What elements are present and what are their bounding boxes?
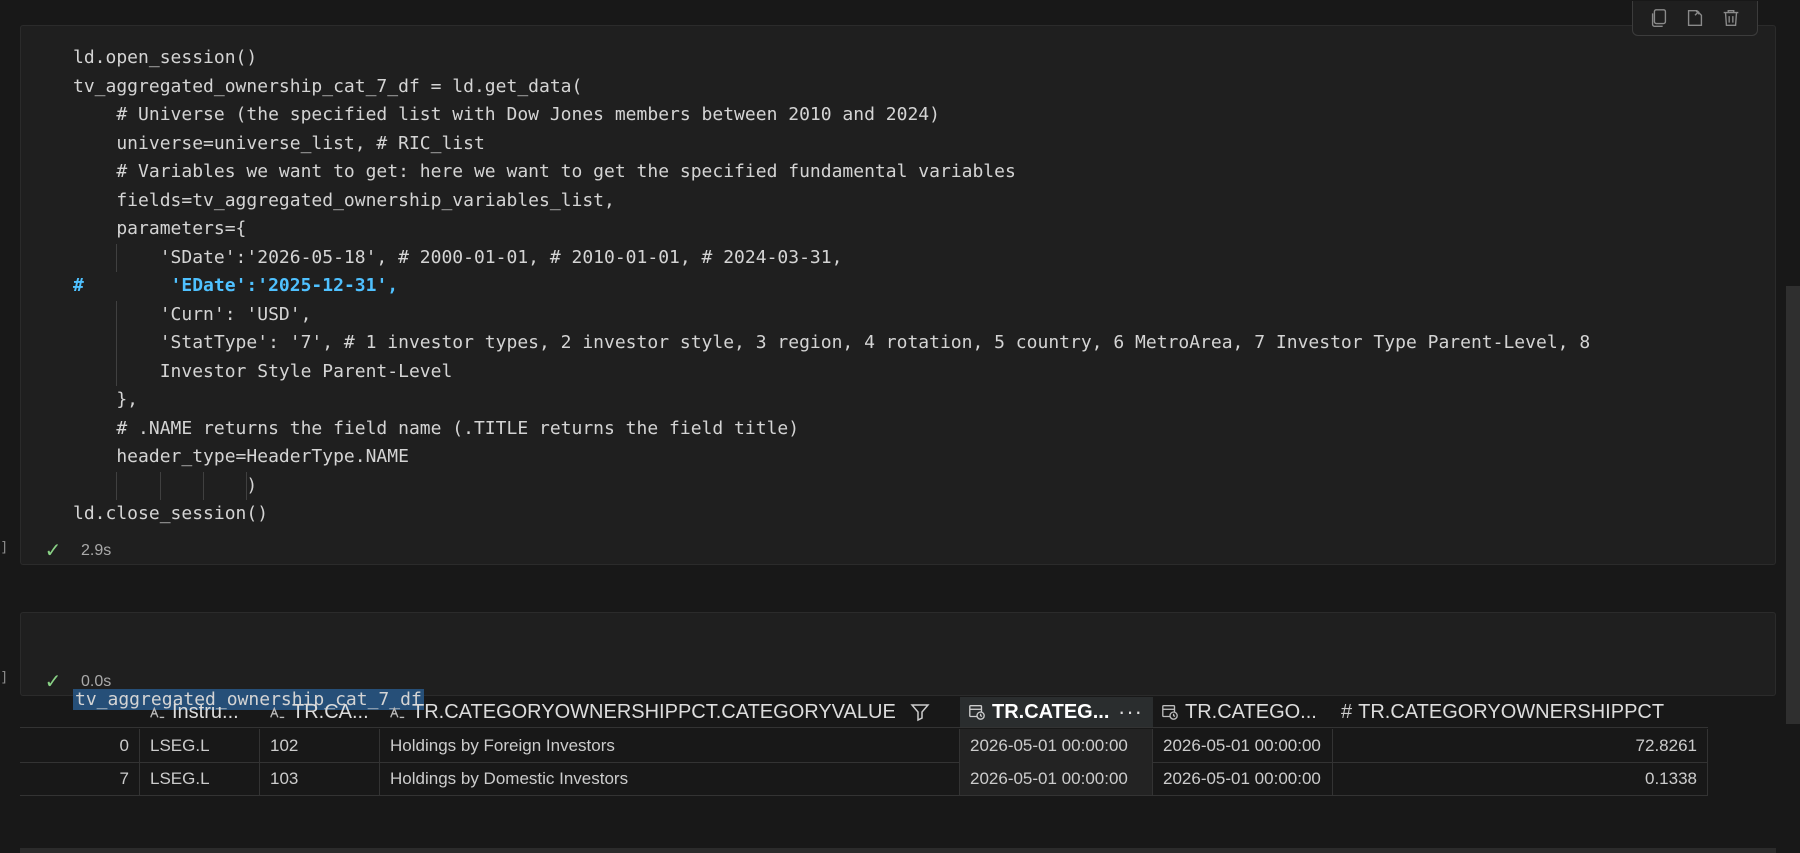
column-header[interactable]: TR.CATEG... ··· (960, 697, 1153, 728)
cell-bracket: ] (0, 540, 9, 556)
indent-guide (116, 471, 118, 500)
code-line: ld.close_session() (73, 503, 269, 524)
code-line: # 'EDate':'2025-12-31', (73, 275, 399, 296)
text-type-icon (148, 703, 166, 721)
cell-bracket: ] (0, 670, 9, 686)
text-type-icon (268, 703, 286, 721)
code-line: ld.open_session() (73, 47, 258, 68)
table-row[interactable]: 7 LSEG.L 103 Holdings by Domestic Invest… (20, 762, 1708, 796)
execution-time: 0.0s (81, 672, 112, 690)
code-line: universe=universe_list, # RIC_list (73, 132, 485, 154)
code-line: header_type=HeaderType.NAME (73, 446, 409, 467)
check-icon: ✓ (44, 671, 62, 693)
column-header[interactable]: TR.CATEGO... (1153, 697, 1333, 728)
execution-time: 2.9s (81, 541, 112, 559)
code-line: 'StatType': '7', # 1 investor types, 2 i… (73, 329, 1590, 358)
execution-status: ✓ 2.9s (43, 538, 112, 563)
dataframe-output: Instru... TR.CA... TR.CATEGORYOWNERSHIPP… (20, 697, 1776, 847)
datetime-type-icon (968, 703, 986, 721)
table-row[interactable]: 0 LSEG.L 102 Holdings by Foreign Investo… (20, 729, 1708, 763)
code-line: # .NAME returns the field name (.TITLE r… (73, 417, 800, 439)
code-line: 'SDate':'2026-05-18', # 2000-01-01, # 20… (73, 243, 1590, 272)
copy-icon[interactable] (1646, 5, 1672, 31)
indent-guide (116, 243, 118, 272)
column-menu-icon[interactable]: ··· (1118, 699, 1143, 725)
indent-guide (246, 471, 248, 500)
code-cell-2[interactable]: tv_aggregated_ownership_cat_7_df ✓ 0.0s (20, 612, 1776, 710)
code-line: Investor Style Parent-Level (73, 357, 1590, 386)
indent-guide (116, 300, 118, 329)
code-line: fields=tv_aggregated_ownership_variables… (73, 189, 615, 211)
check-icon: ✓ (44, 540, 62, 562)
filter-icon[interactable] (910, 702, 930, 722)
trash-icon[interactable] (1718, 5, 1744, 31)
column-header[interactable]: # TR.CATEGORYOWNERSHIPPCT (1333, 697, 1708, 728)
code-cell-1[interactable]: ld.open_session() tv_aggregated_ownership… (20, 1, 1776, 565)
cell-toolbar (1632, 1, 1758, 36)
indent-guide (159, 471, 161, 500)
notebook-view: ld.open_session() tv_aggregated_ownership… (0, 0, 1800, 853)
code-editor[interactable]: ld.open_session() tv_aggregated_ownership… (73, 44, 1590, 529)
indent-guide (203, 471, 205, 500)
code-line: parameters={ (73, 218, 247, 239)
code-line: # Variables we want to get: here we want… (73, 161, 1016, 182)
vertical-scrollbar[interactable] (1786, 286, 1800, 724)
execution-status: ✓ 0.0s (43, 669, 112, 694)
number-type-icon: # (1341, 700, 1353, 723)
code-line: # Universe (the specified list with Dow … (73, 104, 940, 125)
indent-guide (116, 329, 118, 358)
code-line: 'Curn': 'USD', (73, 300, 1590, 329)
horizontal-scrollbar[interactable] (20, 848, 1776, 853)
table-header: Instru... TR.CA... TR.CATEGORYOWNERSHIPP… (20, 697, 1708, 728)
column-header[interactable]: TR.CATEGORYOWNERSHIPPCT.CATEGORYVALUE (380, 697, 960, 728)
indent-guide (116, 357, 118, 386)
index-header (20, 697, 140, 728)
code-line: tv_aggregated_ownership_cat_7_df = ld.ge… (73, 75, 583, 97)
datetime-type-icon (1161, 703, 1179, 721)
column-header[interactable]: TR.CA... (260, 697, 380, 728)
column-header[interactable]: Instru... (140, 697, 260, 728)
code-line: ) (73, 471, 1590, 500)
text-type-icon (388, 703, 406, 721)
export-icon[interactable] (1682, 5, 1708, 31)
code-line: }, (73, 389, 139, 410)
